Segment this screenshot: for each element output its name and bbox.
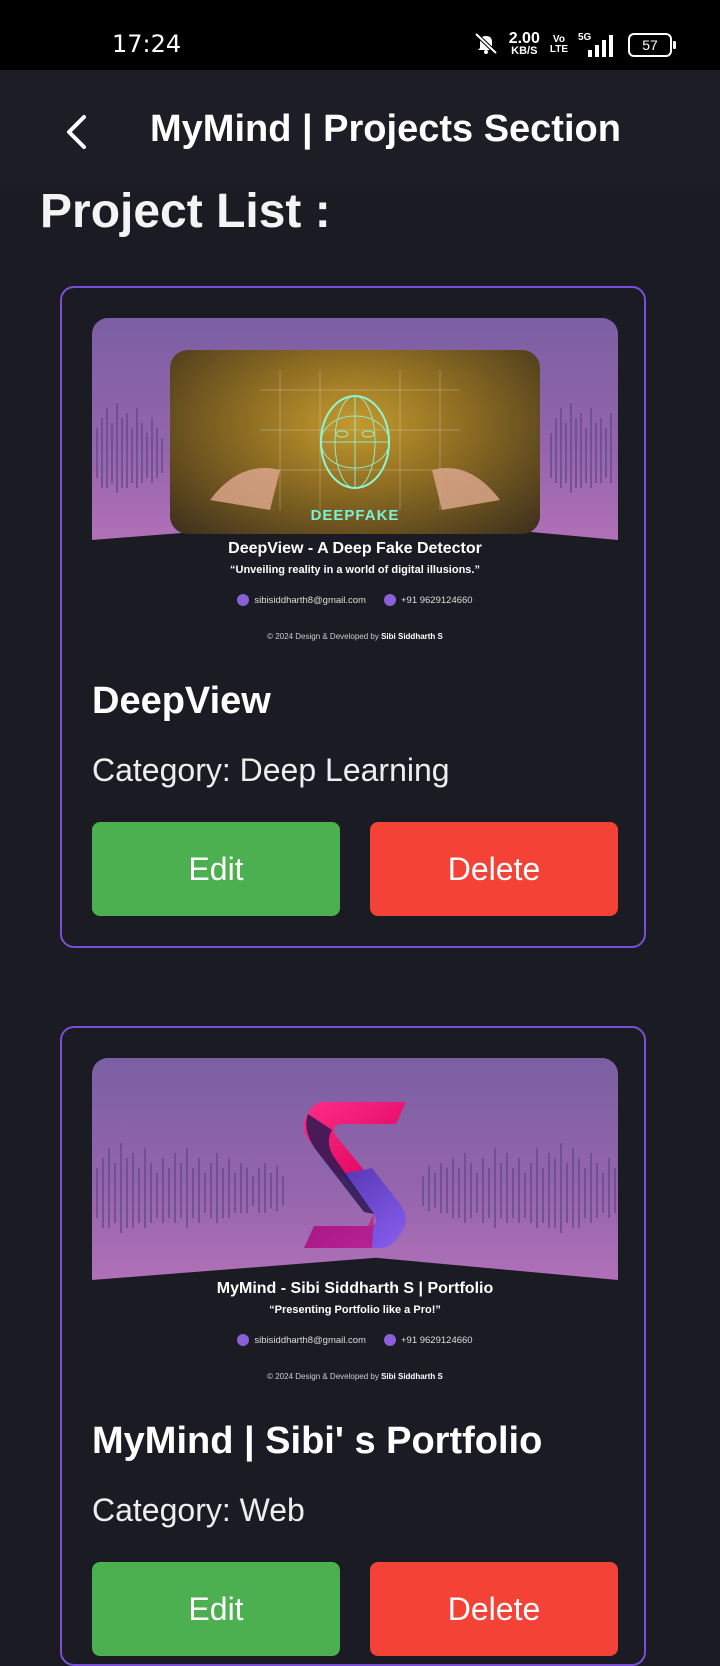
net-speed-value: 2.00	[508, 30, 540, 47]
banner-email: sibisiddharth8@gmail.com	[237, 1334, 366, 1346]
battery-icon: 57	[628, 33, 676, 57]
banner-contacts: sibisiddharth8@gmail.com +91 9629124660	[92, 1334, 618, 1346]
battery-level: 57	[642, 37, 658, 53]
banner-title: DeepView - A Deep Fake Detector	[228, 540, 482, 557]
project-category: Category: Deep Learning	[92, 752, 450, 788]
banner-phone: +91 9629124660	[383, 1334, 473, 1346]
mail-icon	[237, 1334, 250, 1346]
phone-text: +91 9629124660	[400, 1334, 473, 1346]
email-text: sibisiddharth8@gmail.com	[254, 1334, 366, 1346]
footer-prefix: © 2024 Design & Developed by	[267, 632, 379, 641]
project-name: MyMind | Sibi' s Portfolio	[92, 1420, 543, 1462]
project-name: DeepView	[92, 680, 271, 722]
project-card: MyMind - Sibi Siddharth S | Portfolio “P…	[60, 1026, 646, 1666]
status-time: 17:24	[112, 30, 182, 58]
project-banner: MyMind - Sibi Siddharth S | Portfolio “P…	[92, 1058, 618, 1394]
delete-button[interactable]: Delete	[370, 822, 618, 916]
footer-name: Sibi Siddharth S	[381, 1372, 443, 1381]
project-category: Category: Web	[92, 1492, 305, 1528]
signal-indicator: 5G	[578, 32, 618, 58]
email-text: sibisiddharth8@gmail.com	[254, 594, 366, 606]
signal-icon	[588, 35, 613, 57]
phone-icon	[383, 1334, 396, 1346]
delete-button[interactable]: Delete	[370, 1562, 618, 1656]
banner-tagline: “Unveiling reality in a world of digital…	[230, 564, 480, 576]
status-bar: 17:24 2.00 KB/S Vo LTE 5G 57	[0, 0, 720, 70]
banner-contacts: sibisiddharth8@gmail.com +91 9629124660	[92, 594, 618, 606]
edit-button[interactable]: Edit	[92, 1562, 340, 1656]
project-card: DEEPFAKE DeepView - A Deep Fake Detector…	[60, 286, 646, 948]
edit-button[interactable]: Edit	[92, 822, 340, 916]
project-banner: DEEPFAKE DeepView - A Deep Fake Detector…	[92, 318, 618, 654]
banner-title: MyMind - Sibi Siddharth S | Portfolio	[216, 1280, 494, 1297]
banner-footer: © 2024 Design & Developed by Sibi Siddha…	[92, 1372, 618, 1381]
banner-phone: +91 9629124660	[383, 594, 473, 606]
page-title: MyMind | Projects Section	[150, 108, 621, 150]
mail-icon	[237, 594, 250, 606]
footer-prefix: © 2024 Design & Developed by	[267, 1372, 379, 1381]
volte-indicator: Vo LTE	[550, 35, 568, 55]
project-image: DEEPFAKE	[170, 350, 540, 534]
phone-icon	[383, 594, 396, 606]
banner-footer: © 2024 Design & Developed by Sibi Siddha…	[92, 632, 618, 641]
banner-tagline: “Presenting Portfolio like a Pro!”	[269, 1304, 441, 1316]
net-speed-unit: KB/S	[511, 45, 538, 57]
section-title: Project List :	[40, 185, 331, 238]
s-logo-icon	[303, 1102, 406, 1248]
mute-icon	[473, 31, 499, 60]
back-button[interactable]	[56, 108, 96, 156]
net-speed: 2.00 KB/S	[508, 30, 540, 58]
banner-email: sibisiddharth8@gmail.com	[237, 594, 366, 606]
footer-name: Sibi Siddharth S	[381, 632, 443, 641]
volte-bottom: LTE	[549, 44, 568, 55]
status-icons: 2.00 KB/S Vo LTE 5G 57	[473, 30, 676, 60]
phone-text: +91 9629124660	[400, 594, 473, 606]
chevron-left-icon	[67, 115, 86, 149]
banner-image-text: DEEPFAKE	[310, 507, 400, 524]
